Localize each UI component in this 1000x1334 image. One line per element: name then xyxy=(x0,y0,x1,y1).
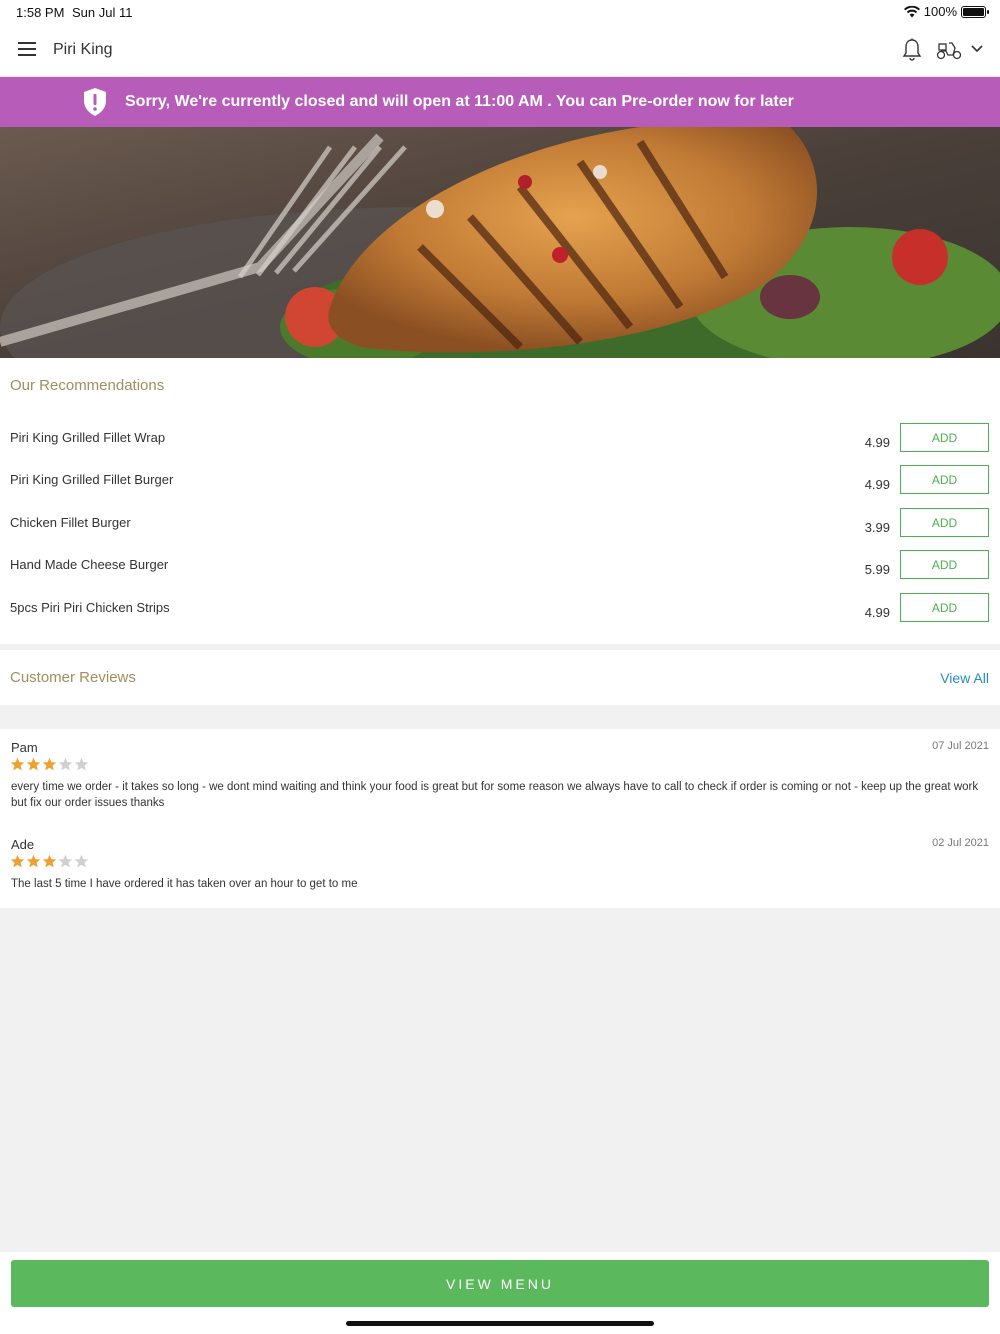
chevron-down-icon[interactable] xyxy=(970,44,984,54)
star-empty-icon xyxy=(58,757,73,771)
star-filled-icon xyxy=(42,757,57,771)
bell-icon[interactable] xyxy=(902,38,922,62)
status-right: 100% xyxy=(903,4,989,19)
recommendation-item: Piri King Grilled Fillet Burger 4.99 ADD xyxy=(0,465,1000,508)
review-date: 07 Jul 2021 xyxy=(932,740,989,752)
item-price: 5.99 xyxy=(864,562,890,577)
recommendations-section: Our Recommendations Piri King Grilled Fi… xyxy=(0,358,1000,644)
star-rating xyxy=(10,757,89,771)
recommendation-item: Hand Made Cheese Burger 5.99 ADD xyxy=(0,550,1000,593)
closed-banner: Sorry, We're currently closed and will o… xyxy=(0,77,1000,127)
add-button[interactable]: ADD xyxy=(900,465,989,494)
item-price: 3.99 xyxy=(864,520,890,535)
reviewer-name: Pam xyxy=(11,740,38,755)
item-price: 4.99 xyxy=(864,435,890,450)
wifi-icon xyxy=(903,5,920,17)
star-rating xyxy=(10,854,89,868)
star-filled-icon xyxy=(10,854,25,868)
battery-icon xyxy=(961,5,989,18)
review-date: 02 Jul 2021 xyxy=(932,837,989,849)
item-name: Piri King Grilled Fillet Wrap xyxy=(10,430,166,445)
recommendations-title: Our Recommendations xyxy=(10,377,165,394)
status-date: Sun Jul 11 xyxy=(72,5,133,20)
add-button[interactable]: ADD xyxy=(900,423,989,452)
home-indicator xyxy=(346,1321,654,1326)
item-name: Piri King Grilled Fillet Burger xyxy=(10,472,174,487)
view-menu-button[interactable]: VIEW MENU xyxy=(11,1260,989,1307)
app-header: Piri King xyxy=(0,24,1000,77)
star-empty-icon xyxy=(58,854,73,868)
add-button[interactable]: ADD xyxy=(900,508,989,537)
status-time: 1:58 PM xyxy=(16,5,65,20)
shield-alert-icon xyxy=(84,88,106,116)
view-all-link[interactable]: View All xyxy=(940,670,989,686)
item-price: 4.99 xyxy=(864,605,890,620)
recommendation-item: Chicken Fillet Burger 3.99 ADD xyxy=(0,508,1000,551)
reviews-header: Customer Reviews View All xyxy=(0,650,1000,705)
item-name: Chicken Fillet Burger xyxy=(10,515,131,530)
item-name: Hand Made Cheese Burger xyxy=(10,557,169,572)
recommendation-item: 5pcs Piri Piri Chicken Strips 4.99 ADD xyxy=(0,593,1000,636)
reviews-title: Customer Reviews xyxy=(10,669,136,686)
star-filled-icon xyxy=(42,854,57,868)
star-empty-icon xyxy=(74,757,89,771)
closed-message: Sorry, We're currently closed and will o… xyxy=(125,93,794,110)
add-button[interactable]: ADD xyxy=(900,550,989,579)
hero-food-image xyxy=(0,127,1000,358)
reviews-list: Pam 07 Jul 2021 every time we order - it… xyxy=(0,729,1000,908)
status-bar: 1:58 PM Sun Jul 11 100% xyxy=(0,0,1000,24)
recommendation-item: Piri King Grilled Fillet Wrap 4.99 ADD xyxy=(0,423,1000,466)
item-name: 5pcs Piri Piri Chicken Strips xyxy=(10,600,170,615)
star-filled-icon xyxy=(26,854,41,868)
reviewer-name: Ade xyxy=(11,837,35,852)
delivery-scooter-icon[interactable] xyxy=(936,40,962,60)
hamburger-menu-icon[interactable] xyxy=(18,42,36,56)
star-empty-icon xyxy=(74,854,89,868)
review-text: every time we order - it takes so long -… xyxy=(11,781,979,809)
restaurant-title: Piri King xyxy=(53,41,113,58)
add-button[interactable]: ADD xyxy=(900,593,989,622)
battery-percent: 100% xyxy=(923,4,957,19)
star-filled-icon xyxy=(26,757,41,771)
item-price: 4.99 xyxy=(864,477,890,492)
star-filled-icon xyxy=(10,757,25,771)
review-text: The last 5 time I have ordered it has ta… xyxy=(11,878,358,890)
